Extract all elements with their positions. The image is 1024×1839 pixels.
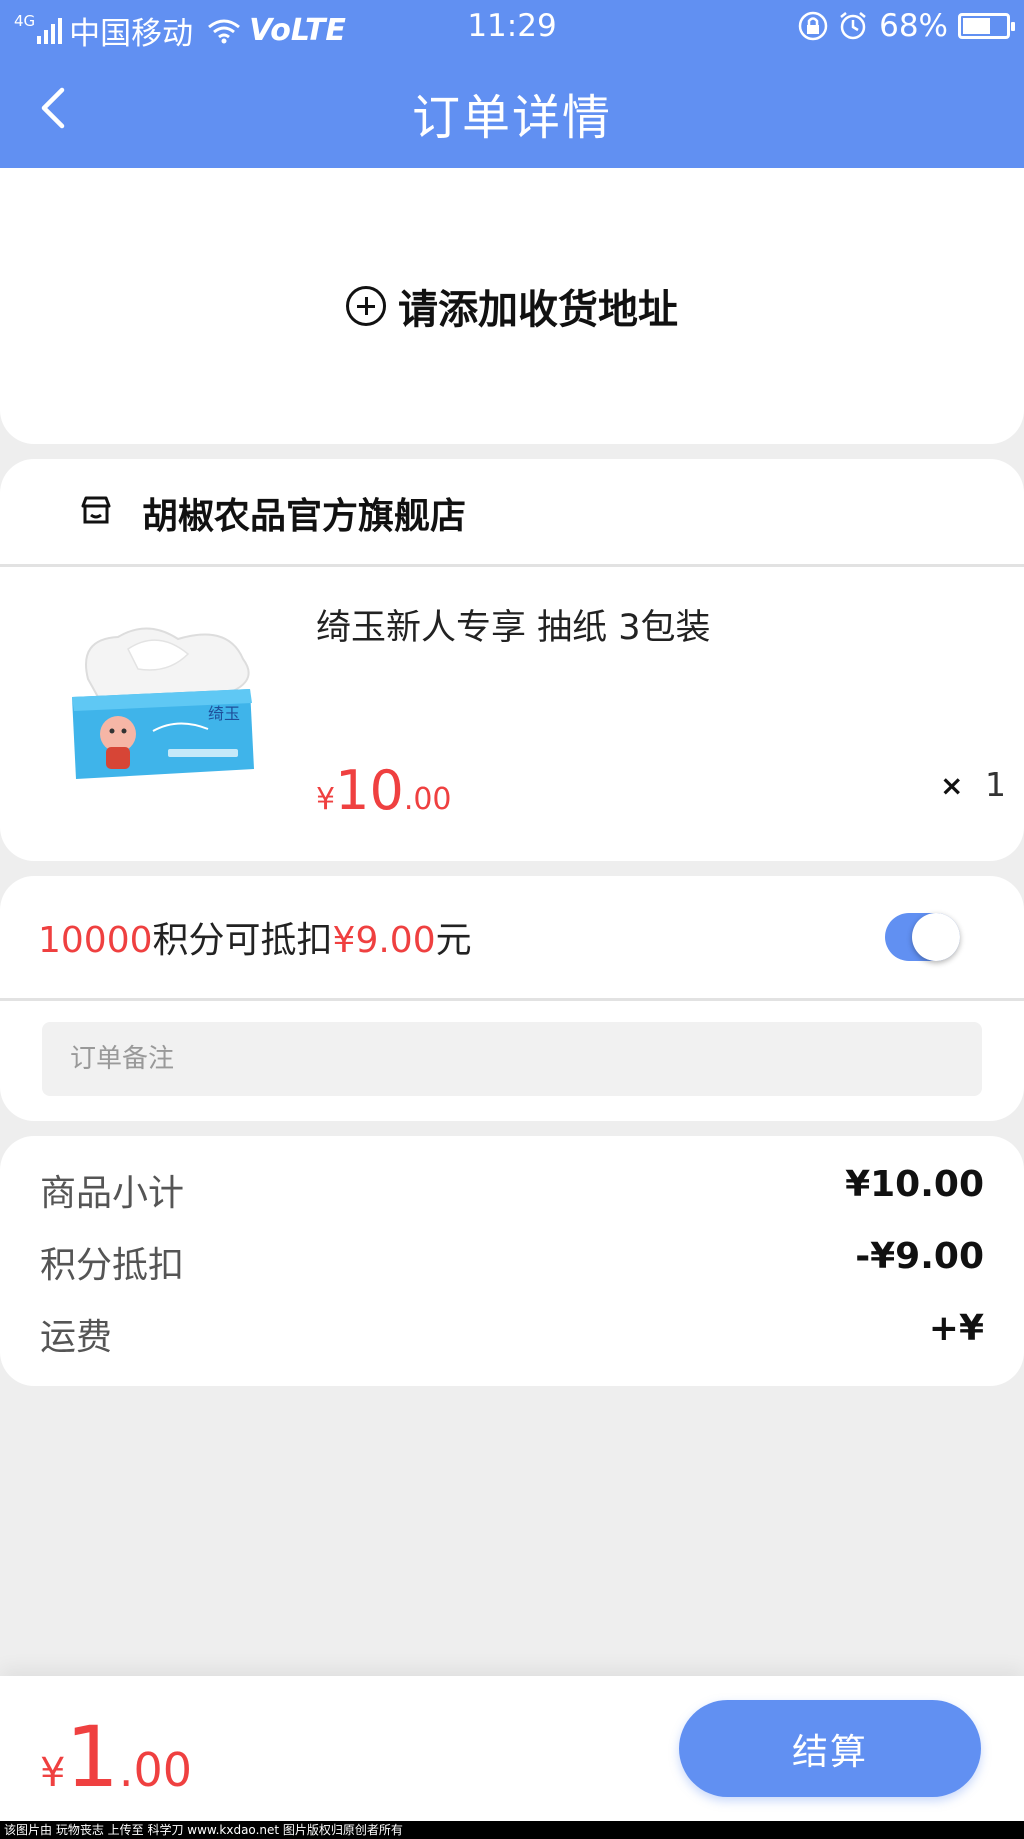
app-header: 4G 中国移动 VoLTE 11:29 68% 订单详情	[0, 0, 1024, 168]
points-discount-value: -¥9.00	[855, 1236, 984, 1277]
shipping-value: +¥	[928, 1308, 984, 1349]
watermark: 该图片由 玩物丧志 上传至 科学刀 www.kxdao.net 图片版权归原创者…	[0, 1821, 1024, 1839]
battery-percent: 68%	[879, 8, 948, 44]
points-text-mid: 积分可抵扣	[152, 920, 333, 961]
nav-bar: 订单详情	[0, 52, 1024, 168]
address-card: 请添加收货地址	[0, 168, 1024, 444]
total-price: ¥1.00	[40, 1708, 192, 1806]
product-image[interactable]: 绮玉	[58, 619, 268, 791]
total-decimal: .00	[118, 1743, 193, 1797]
plus-circle-icon	[346, 286, 386, 326]
add-address-button[interactable]: 请添加收货地址	[346, 278, 678, 334]
store-divider	[0, 564, 1024, 567]
points-amount: 10000	[38, 920, 153, 961]
summary-row-subtotal: 商品小计 ¥10.00	[40, 1164, 984, 1214]
total-integer: 1	[65, 1708, 119, 1806]
points-deduction-text: 10000积分可抵扣¥9.00元	[38, 911, 472, 963]
points-card: 10000积分可抵扣¥9.00元	[0, 876, 1024, 1121]
store-card: 胡椒农品官方旗舰店 绮玉 绮玉新人专享 抽纸 3包装 ¥10.00 × 1	[0, 459, 1024, 861]
multiply-sign: ×	[940, 769, 964, 802]
points-discount-label: 积分抵扣	[40, 1245, 185, 1286]
price-integer: 10	[335, 759, 404, 822]
shipping-label: 运费	[40, 1317, 113, 1358]
total-currency: ¥	[40, 1750, 66, 1796]
subtotal-label: 商品小计	[40, 1173, 185, 1214]
points-unit: 元	[435, 920, 472, 961]
summary-row-shipping: 运费 +¥	[40, 1308, 984, 1358]
product-quantity: 1	[985, 765, 1006, 804]
rotation-lock-icon	[798, 11, 828, 41]
price-currency: ¥	[316, 782, 336, 817]
order-remark-input[interactable]	[42, 1022, 982, 1096]
points-deduct-value: ¥9.00	[332, 920, 436, 961]
summary-row-points: 积分抵扣 -¥9.00	[40, 1236, 984, 1286]
add-address-label: 请添加收货地址	[398, 287, 678, 333]
subtotal-value: ¥10.00	[845, 1164, 984, 1205]
checkout-bar: ¥1.00 结算	[0, 1676, 1024, 1821]
points-toggle[interactable]	[885, 913, 960, 961]
points-divider	[0, 998, 1024, 1001]
price-decimal: .00	[403, 782, 452, 817]
page-title: 订单详情	[411, 90, 612, 146]
battery-icon	[958, 13, 1015, 39]
alarm-icon	[840, 12, 866, 40]
product-price: ¥10.00	[316, 759, 452, 822]
checkout-button[interactable]: 结算	[679, 1700, 981, 1797]
store-name[interactable]: 胡椒农品官方旗舰店	[142, 487, 466, 539]
status-right: 68%	[797, 8, 1015, 44]
toggle-knob	[912, 913, 960, 961]
svg-text:绮玉: 绮玉	[208, 704, 240, 723]
store-icon	[81, 496, 111, 524]
status-bar: 4G 中国移动 VoLTE 11:29 68%	[0, 0, 1024, 52]
battery-level	[963, 18, 991, 34]
product-name[interactable]: 绮玉新人专享 抽纸 3包装	[316, 599, 711, 650]
summary-card: 商品小计 ¥10.00 积分抵扣 -¥9.00 运费 +¥	[0, 1136, 1024, 1386]
